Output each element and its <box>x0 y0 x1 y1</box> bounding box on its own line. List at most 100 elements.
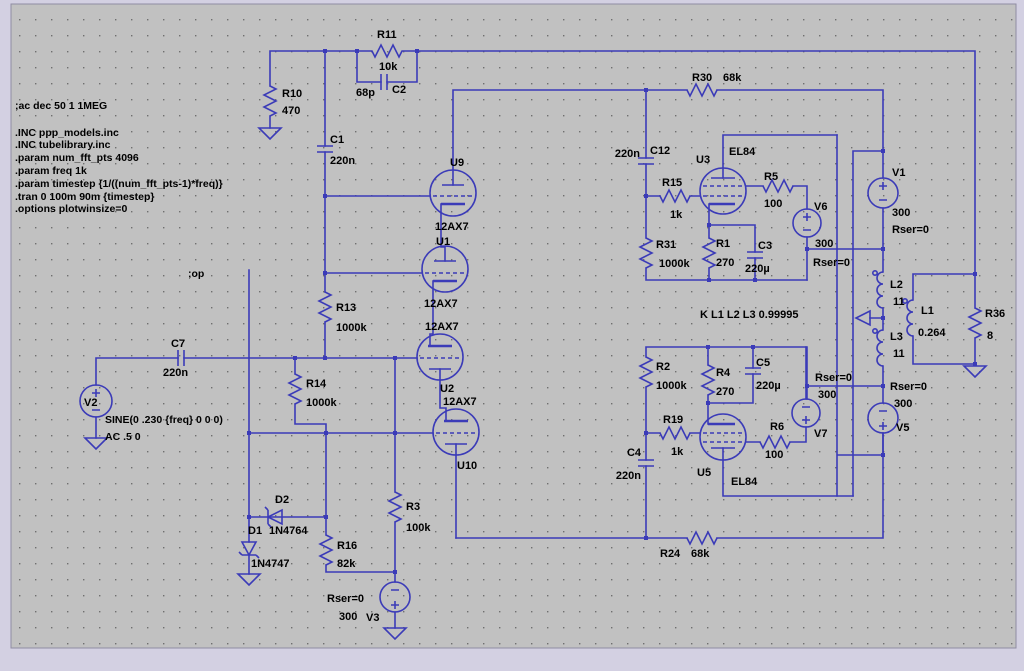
label-R10[interactable]: R10 <box>282 88 302 100</box>
label-D1[interactable]: D1 <box>248 525 262 537</box>
label-R3[interactable]: R3 <box>406 501 420 513</box>
type-U5[interactable]: EL84 <box>731 476 758 488</box>
label-R15[interactable]: R15 <box>662 177 682 189</box>
type-U3[interactable]: EL84 <box>729 146 756 158</box>
label-R31[interactable]: R31 <box>656 239 676 251</box>
directive-options[interactable]: .options plotwinsize=0 <box>15 203 127 215</box>
grid-dots <box>12 5 1015 647</box>
value-C5[interactable]: 220µ <box>756 380 781 392</box>
value-R4[interactable]: 270 <box>716 386 734 398</box>
label-R1[interactable]: R1 <box>716 238 730 250</box>
value-C1[interactable]: 220n <box>330 155 355 167</box>
label-R24[interactable]: R24 <box>660 548 681 560</box>
value-C2[interactable]: 68p <box>356 87 375 99</box>
value-R30[interactable]: 68k <box>723 72 742 84</box>
label-L3[interactable]: L3 <box>890 331 903 343</box>
value-R15[interactable]: 1k <box>670 209 683 221</box>
label-V7[interactable]: V7 <box>814 428 827 440</box>
directive-k-coupling[interactable]: K L1 L2 L3 0.99995 <box>700 309 798 321</box>
value-C3[interactable]: 220µ <box>745 263 770 275</box>
value-V3[interactable]: 300 <box>339 611 357 623</box>
label-R4[interactable]: R4 <box>716 367 731 379</box>
value-R16[interactable]: 82k <box>337 558 356 570</box>
value-R19[interactable]: 1k <box>671 446 684 458</box>
label-U5[interactable]: U5 <box>697 467 711 479</box>
value-R13[interactable]: 1000k <box>336 322 367 334</box>
label-V3[interactable]: V3 <box>366 612 379 624</box>
rser-V7[interactable]: Rser=0 <box>815 372 852 384</box>
type-U9[interactable]: 12AX7 <box>435 221 469 233</box>
value-V6[interactable]: 300 <box>815 238 833 250</box>
value-C4[interactable]: 220n <box>616 470 641 482</box>
label-C4[interactable]: C4 <box>627 447 642 459</box>
value-C12[interactable]: 220n <box>615 148 640 160</box>
label-R11[interactable]: R11 <box>377 29 397 41</box>
rser-V6[interactable]: Rser=0 <box>813 257 850 269</box>
label-C7[interactable]: C7 <box>171 338 185 350</box>
label-V2[interactable]: V2 <box>84 397 97 409</box>
label-U1[interactable]: U1 <box>436 236 450 248</box>
rser-V3[interactable]: Rser=0 <box>327 593 364 605</box>
value-D1[interactable]: 1N4747 <box>251 558 290 570</box>
directive-param-fft[interactable]: .param num_fft_pts 4096 <box>15 152 139 164</box>
type-U10[interactable]: 12AX7 <box>443 396 477 408</box>
label-U3[interactable]: U3 <box>696 154 710 166</box>
value-R5[interactable]: 100 <box>764 198 782 210</box>
label-R36[interactable]: R36 <box>985 308 1005 320</box>
value-R31[interactable]: 1000k <box>659 258 690 270</box>
value-L3[interactable]: 11 <box>893 348 905 360</box>
directive-op[interactable]: ;op <box>188 268 204 280</box>
label-C3[interactable]: C3 <box>758 240 772 252</box>
directive-param-timestep[interactable]: .param timestep {1/((num_fft_pts-1)*freq… <box>15 178 223 190</box>
label-R6[interactable]: R6 <box>770 421 784 433</box>
label-D2[interactable]: D2 <box>275 494 289 506</box>
value-L2[interactable]: 11 <box>893 296 905 308</box>
value-V7[interactable]: 300 <box>818 389 836 401</box>
label-V6[interactable]: V6 <box>814 201 827 213</box>
label-V1[interactable]: V1 <box>892 167 905 179</box>
value-R36[interactable]: 8 <box>987 330 993 342</box>
value-R2[interactable]: 1000k <box>656 380 687 392</box>
directive-inc2[interactable]: .INC tubelibrary.inc <box>15 139 111 151</box>
label-C12[interactable]: C12 <box>650 145 670 157</box>
label-U2[interactable]: U2 <box>440 383 454 395</box>
label-R2[interactable]: R2 <box>656 361 670 373</box>
label-V5[interactable]: V5 <box>896 422 909 434</box>
label-C1[interactable]: C1 <box>330 134 344 146</box>
type-U1[interactable]: 12AX7 <box>424 298 458 310</box>
rser-V5[interactable]: Rser=0 <box>890 381 927 393</box>
label-C5[interactable]: C5 <box>756 357 770 369</box>
value-V5[interactable]: 300 <box>894 398 912 410</box>
value-D2[interactable]: 1N4764 <box>269 525 308 537</box>
label-U10[interactable]: U10 <box>457 460 477 472</box>
value-V1[interactable]: 300 <box>892 207 910 219</box>
directive-inc1[interactable]: .INC ppp_models.inc <box>15 127 119 139</box>
label-R30[interactable]: R30 <box>692 72 712 84</box>
label-R5[interactable]: R5 <box>764 171 778 183</box>
value-R10[interactable]: 470 <box>282 105 300 117</box>
value-R1[interactable]: 270 <box>716 257 734 269</box>
value-R3[interactable]: 100k <box>406 522 431 534</box>
directive-param-freq[interactable]: .param freq 1k <box>15 165 87 177</box>
label-R16[interactable]: R16 <box>337 540 357 552</box>
value-V2-sine[interactable]: SINE(0 .230 {freq} 0 0 0) <box>105 414 223 426</box>
label-R19[interactable]: R19 <box>663 414 683 426</box>
label-U9[interactable]: U9 <box>450 157 464 169</box>
label-L1[interactable]: L1 <box>921 305 934 317</box>
label-R13[interactable]: R13 <box>336 302 356 314</box>
value-R11[interactable]: 10k <box>379 61 398 73</box>
rser-V1[interactable]: Rser=0 <box>892 224 929 236</box>
value-R14[interactable]: 1000k <box>306 397 337 409</box>
value-L1[interactable]: 0.264 <box>918 327 946 339</box>
label-R14[interactable]: R14 <box>306 378 327 390</box>
value-V2-ac[interactable]: AC .5 0 <box>105 431 141 443</box>
directive-ac[interactable]: ;ac dec 50 1 1MEG <box>15 100 107 112</box>
value-R24[interactable]: 68k <box>691 548 710 560</box>
directive-tran[interactable]: .tran 0 100m 90m {timestep} <box>15 191 154 203</box>
label-L2[interactable]: L2 <box>890 279 903 291</box>
label-C2[interactable]: C2 <box>392 84 406 96</box>
ltspice-schematic-window: ;ac dec 50 1 1MEG .INC ppp_models.inc .I… <box>0 0 1024 671</box>
value-C7[interactable]: 220n <box>163 367 188 379</box>
value-R6[interactable]: 100 <box>765 449 783 461</box>
type-U2[interactable]: 12AX7 <box>425 321 459 333</box>
